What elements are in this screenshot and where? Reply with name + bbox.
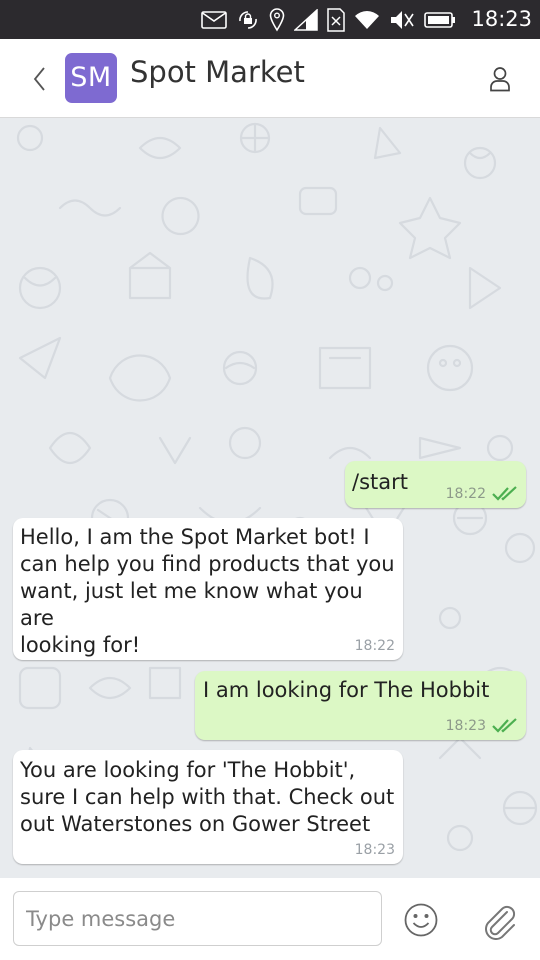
attach-button[interactable] [481,900,517,940]
wifi-icon [355,10,379,29]
chat-title[interactable]: Spot Market [130,55,305,89]
status-bar: 18:23 [0,0,540,39]
contact-info-button[interactable] [486,61,514,97]
composer-bar [0,878,540,960]
status-icons [201,0,456,39]
smiley-icon [404,903,438,937]
message-list[interactable]: /start 18:22 Hello, I am the Spot Market… [0,118,540,878]
status-time: 18:23 [471,7,532,31]
paperclip-icon [485,905,516,940]
message-bubble-outgoing[interactable]: I am looking for The Hobbit 18:23 [195,671,526,740]
emoji-button[interactable] [403,902,439,938]
message-bubble-incoming[interactable]: You are looking for 'The Hobbit', sure I… [13,750,403,864]
double-check-icon [492,718,517,733]
message-meta: 18:22 [446,486,518,502]
chevron-left-icon [33,67,45,91]
rotation-lock-icon [239,10,257,29]
battery-icon [424,11,455,28]
location-icon [269,7,285,31]
message-time: 18:22 [445,486,486,502]
no-sim-icon [327,7,345,32]
double-check-icon [492,486,517,501]
message-time: 18:23 [445,718,486,734]
message-input[interactable] [13,891,382,946]
message-text: You are looking for 'The Hobbit', sure I… [20,758,395,836]
message-meta: 18:23 [446,718,518,734]
chat-header: SM Spot Market [0,39,540,118]
message-time: 18:23 [354,842,395,858]
volume-muted-icon [391,10,414,29]
back-button[interactable] [26,61,52,97]
person-icon [490,67,510,92]
signal-icon [294,8,318,31]
message-text: /start [352,470,408,494]
message-bubble-outgoing[interactable]: /start 18:22 [345,461,526,508]
message-meta: 18:22 [355,638,395,654]
message-text: Hello, I am the Spot Market bot! I can h… [20,525,395,657]
message-meta: 18:23 [355,842,395,858]
message-bubble-incoming[interactable]: Hello, I am the Spot Market bot! I can h… [13,518,403,660]
avatar[interactable]: SM [65,53,117,103]
message-text: I am looking for The Hobbit [203,678,490,702]
mail-icon [201,10,227,29]
message-time: 18:22 [354,638,395,654]
